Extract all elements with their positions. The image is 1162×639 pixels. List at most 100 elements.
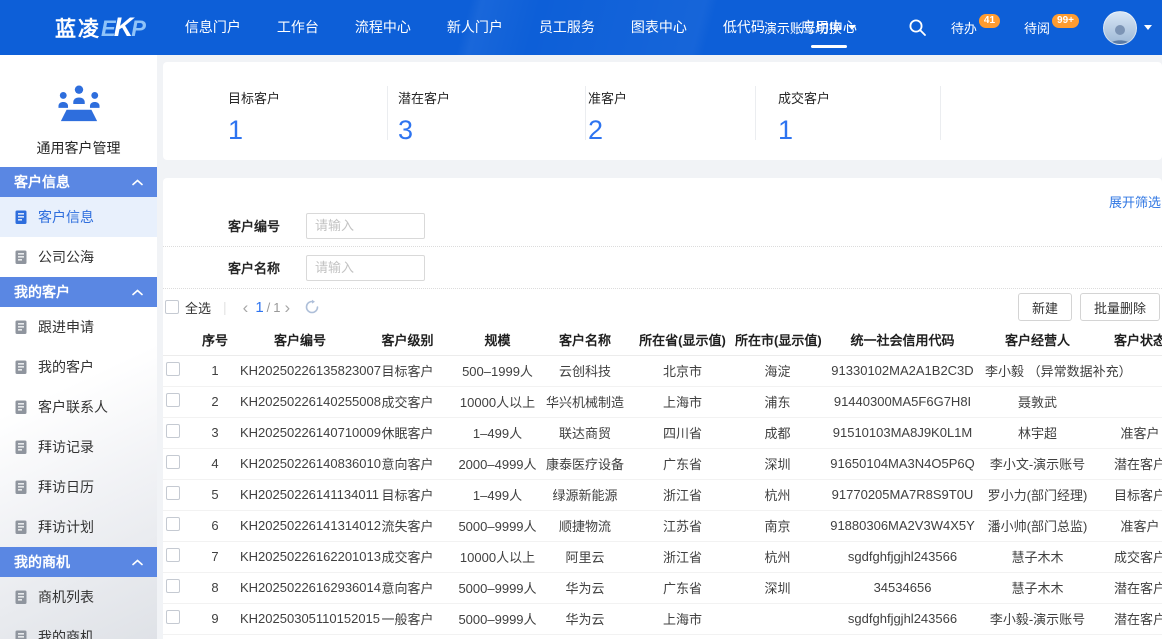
sidebar-item[interactable]: 跟进申请 <box>0 307 157 347</box>
sidebar-section-header[interactable]: 我的客户 <box>0 277 157 307</box>
prev-page-button[interactable]: ‹ <box>239 299 253 316</box>
row-checkbox-cell <box>163 417 190 448</box>
table-cell: 34534656 <box>820 572 985 603</box>
nav-item[interactable]: 员工服务 <box>532 0 602 55</box>
list-toolbar: 全选 | ‹ 1 / 1 › 新建 批量删除 <box>163 289 1162 325</box>
table-cell: 2000–4999人 <box>455 448 540 479</box>
chevron-up-icon <box>132 289 143 296</box>
sidebar-item[interactable]: 拜访记录 <box>0 427 157 467</box>
stat-value[interactable]: 3 <box>398 115 450 146</box>
filter-field-input[interactable] <box>306 255 425 281</box>
table-cell: 江苏省 <box>630 510 735 541</box>
document-icon <box>14 320 28 335</box>
table-row[interactable]: 3KH20250226140710009休眠客户1–499人联达商贸四川省成都9… <box>163 417 1162 448</box>
table-row[interactable]: 8KH20250226162936014意向客户5000–9999人华为云广东省… <box>163 572 1162 603</box>
row-checkbox[interactable] <box>166 610 180 624</box>
customer-list-card: 展开筛选 客户编号客户名称 全选 | ‹ 1 / 1 › 新建 批量删除 <box>163 178 1162 639</box>
row-checkbox[interactable] <box>166 486 180 500</box>
table-cell: 聂敦武 <box>985 386 1090 417</box>
row-checkbox[interactable] <box>166 455 180 469</box>
table-row[interactable]: 6KH20250226141314012流失客户5000–9999人顺捷物流江苏… <box>163 510 1162 541</box>
sidebar-item[interactable]: 拜访计划 <box>0 507 157 547</box>
column-header: 客户状态 <box>1090 325 1162 355</box>
sidebar-item-label: 拜访计划 <box>38 517 94 537</box>
table-cell: KH20250226140255008 <box>240 386 360 417</box>
filter-field-input[interactable] <box>306 213 425 239</box>
todo-label: 待办 <box>951 18 977 37</box>
table-cell: 8 <box>190 572 240 603</box>
row-checkbox[interactable] <box>166 393 180 407</box>
section-label: 我的客户 <box>14 282 70 302</box>
sidebar-item[interactable]: 拜访日历 <box>0 467 157 507</box>
row-checkbox[interactable] <box>166 362 180 376</box>
sidebar-item[interactable]: 客户联系人 <box>0 387 157 427</box>
select-all-checkbox[interactable] <box>165 300 179 314</box>
stat-value[interactable]: 1 <box>228 115 280 146</box>
table-cell: KH20250226140836010 <box>240 448 360 479</box>
nav-item[interactable]: 流程中心 <box>348 0 418 55</box>
table-body: 1KH20250226135823007目标客户500–1999人云创科技北京市… <box>163 355 1162 634</box>
toread-badge: 99+ <box>1052 14 1079 28</box>
nav-item[interactable]: 信息门户 <box>178 0 248 55</box>
sidebar-item[interactable]: 公司公海 <box>0 237 157 277</box>
stat-value[interactable]: 2 <box>588 115 627 146</box>
filter-row: 客户名称 <box>163 247 1162 289</box>
table-cell: 5000–9999人 <box>455 510 540 541</box>
table-cell: 1–499人 <box>455 479 540 510</box>
batch-delete-button[interactable]: 批量删除 <box>1080 293 1160 321</box>
search-icon[interactable] <box>908 18 927 37</box>
table-row[interactable]: 4KH20250226140836010意向客户2000–4999人康泰医疗设备… <box>163 448 1162 479</box>
table-row[interactable]: 9KH20250305110152015一般客户5000–9999人华为云上海市… <box>163 603 1162 634</box>
chevron-up-icon <box>132 179 143 186</box>
sidebar-section-header[interactable]: 我的商机 <box>0 547 157 577</box>
row-checkbox[interactable] <box>166 517 180 531</box>
account-switcher-label: 演示账号切换 <box>764 18 842 37</box>
todo-counter[interactable]: 待办 41 <box>951 18 1000 37</box>
navbar-right-group: 演示账号切换 待办 41 待阅 99+ <box>764 0 1152 55</box>
table-cell: 浙江省 <box>630 479 735 510</box>
section-label: 客户信息 <box>14 172 70 192</box>
ekp-customer-management-page: { "colors": { "navbar_bg": "#0d5fd8", "a… <box>0 0 1162 639</box>
sidebar-item[interactable]: 我的客户 <box>0 347 157 387</box>
table-cell: 91440300MA5F6G7H8I <box>820 386 985 417</box>
document-icon <box>14 400 28 415</box>
row-checkbox-cell <box>163 479 190 510</box>
sidebar-item[interactable]: 我的商机 <box>0 617 157 639</box>
row-checkbox[interactable] <box>166 579 180 593</box>
table-row[interactable]: 2KH20250226140255008成交客户10000人以上华兴机械制造上海… <box>163 386 1162 417</box>
sidebar-item[interactable]: 商机列表 <box>0 577 157 617</box>
nav-item[interactable]: 图表中心 <box>624 0 694 55</box>
next-page-button[interactable]: › <box>281 299 295 316</box>
stat-value[interactable]: 1 <box>778 115 830 146</box>
sidebar-item[interactable]: 客户信息 <box>0 197 157 237</box>
stat-divider <box>940 86 941 140</box>
table-row[interactable]: 7KH20250226162201013成交客户10000人以上阿里云浙江省杭州… <box>163 541 1162 572</box>
table-row[interactable]: 1KH20250226135823007目标客户500–1999人云创科技北京市… <box>163 355 1162 386</box>
table-cell: 慧子木木 <box>985 572 1090 603</box>
account-switcher[interactable]: 演示账号切换 <box>764 18 856 37</box>
column-header: 所在市(显示值) <box>735 325 820 355</box>
nav-item[interactable]: 新人门户 <box>440 0 510 55</box>
row-checkbox-cell <box>163 386 190 417</box>
sidebar-item-label: 商机列表 <box>38 587 94 607</box>
table-cell: sgdfghfjgjhl243566 <box>820 603 985 634</box>
toread-counter[interactable]: 待阅 99+ <box>1024 18 1079 37</box>
sidebar-item-label: 拜访记录 <box>38 437 94 457</box>
user-menu[interactable] <box>1103 11 1152 45</box>
column-header: 所在省(显示值) <box>630 325 735 355</box>
row-checkbox[interactable] <box>166 424 180 438</box>
table-row[interactable]: 5KH20250226141134011目标客户1–499人绿源新能源浙江省杭州… <box>163 479 1162 510</box>
new-button[interactable]: 新建 <box>1018 293 1072 321</box>
sidebar-nav: 客户信息客户信息公司公海我的客户跟进申请我的客户客户联系人拜访记录拜访日历拜访计… <box>0 167 157 639</box>
row-checkbox-cell <box>163 510 190 541</box>
table-cell: KH20250226141134011 <box>240 479 360 510</box>
row-checkbox[interactable] <box>166 548 180 562</box>
refresh-icon[interactable] <box>304 299 320 315</box>
table-cell: 李小毅 （异常数据补充） <box>985 355 1090 386</box>
ekp-logo[interactable]: 蓝凌 E K P <box>55 12 146 43</box>
column-header: 客户级别 <box>360 325 455 355</box>
table-cell: 91650104MA3N4O5P6Q <box>820 448 985 479</box>
table-cell: 顺捷物流 <box>540 510 630 541</box>
nav-item[interactable]: 工作台 <box>270 0 326 55</box>
sidebar-section-header[interactable]: 客户信息 <box>0 167 157 197</box>
